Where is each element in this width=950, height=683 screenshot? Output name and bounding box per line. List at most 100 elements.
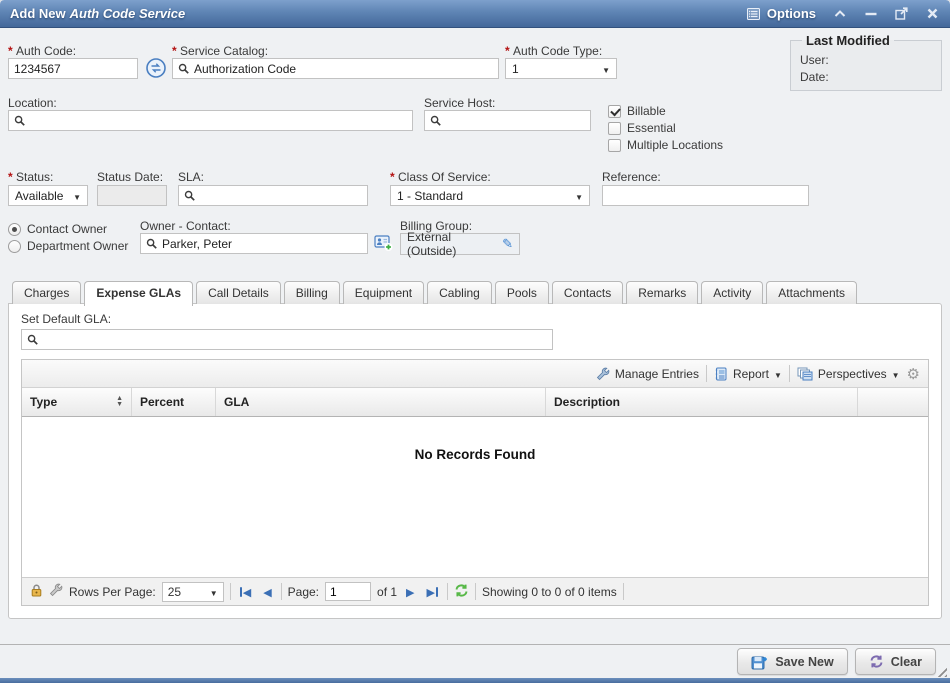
chevron-down-icon (73, 189, 81, 203)
billing-group-field[interactable]: External (Outside) (400, 233, 520, 255)
page-total-label: of 1 (377, 585, 397, 599)
lock-icon[interactable] (30, 583, 43, 600)
service-catalog-input[interactable] (194, 62, 493, 76)
wrench-icon (596, 367, 610, 381)
last-modified-fieldset: Last Modified User: Date: (790, 33, 942, 91)
add-contact-icon[interactable] (374, 234, 393, 255)
page-input[interactable] (325, 582, 371, 601)
status-select[interactable]: Available (8, 185, 88, 206)
window-title-emphasis: Auth Code Service (70, 6, 186, 21)
titlebar-controls: Options (746, 6, 940, 21)
class-of-service-select[interactable]: 1 - Standard (390, 185, 590, 206)
pager-separator (281, 583, 282, 600)
report-button[interactable]: Report (714, 367, 782, 381)
minimize-icon[interactable] (863, 6, 878, 21)
service-host-field[interactable] (424, 110, 591, 131)
location-field[interactable] (8, 110, 413, 131)
contact-owner-label: Contact Owner (27, 222, 107, 236)
chevron-down-icon (602, 62, 610, 76)
popout-icon[interactable] (894, 6, 909, 21)
next-page-button[interactable] (403, 585, 417, 599)
service-host-input[interactable] (446, 114, 585, 128)
refresh-icon[interactable] (454, 584, 469, 600)
set-default-gla-field[interactable] (21, 329, 553, 350)
column-header-percent[interactable]: Percent (132, 388, 216, 416)
toolbar-separator (789, 365, 790, 382)
owner-contact-label: Owner - Contact: (140, 219, 231, 233)
edit-pencil-icon[interactable] (502, 236, 513, 252)
perspectives-label: Perspectives (818, 367, 887, 381)
last-page-button[interactable] (424, 585, 441, 599)
service-catalog-field[interactable] (172, 58, 499, 79)
pager-wrench-icon[interactable] (49, 583, 63, 600)
perspectives-button[interactable]: Perspectives (797, 367, 900, 381)
status-label: Status: (8, 170, 53, 184)
pager-separator (447, 583, 448, 600)
save-new-button[interactable]: Save New (737, 648, 847, 675)
auth-code-input[interactable] (14, 62, 132, 76)
tab-activity[interactable]: Activity (701, 281, 763, 304)
tab-call-details[interactable]: Call Details (196, 281, 281, 304)
footer-bar: Save New Clear (0, 644, 950, 678)
tab-remarks[interactable]: Remarks (626, 281, 698, 304)
billing-group-value: External (Outside) (407, 230, 502, 258)
options-button[interactable]: Options (746, 6, 816, 21)
department-owner-label: Department Owner (27, 239, 128, 253)
grid-pager: Rows Per Page: 25 Page: of 1 (22, 577, 928, 605)
titlebar: Add NewAuth Code Service Options (0, 0, 950, 28)
column-header-gla[interactable]: GLA (216, 388, 546, 416)
department-owner-radio-row[interactable]: Department Owner (8, 239, 128, 253)
sort-icon[interactable]: ▲▼ (116, 396, 123, 408)
multiple-locations-checkbox[interactable] (608, 139, 621, 152)
sla-input[interactable] (200, 189, 362, 203)
reference-field[interactable] (602, 185, 809, 206)
generate-code-icon[interactable] (145, 57, 167, 82)
multiple-locations-checkbox-row[interactable]: Multiple Locations (608, 138, 723, 152)
auth-code-type-select[interactable]: 1 (505, 58, 617, 79)
column-header-description[interactable]: Description (546, 388, 858, 416)
collapse-icon[interactable] (832, 6, 847, 21)
location-input[interactable] (30, 114, 407, 128)
owner-contact-input[interactable] (162, 237, 362, 251)
contact-owner-radio-row[interactable]: Contact Owner (8, 222, 107, 236)
gear-icon[interactable] (907, 365, 920, 383)
reference-input[interactable] (608, 189, 803, 203)
department-owner-radio[interactable] (8, 240, 21, 253)
previous-page-button[interactable] (260, 585, 274, 599)
essential-checkbox-row[interactable]: Essential (608, 121, 676, 135)
clear-button[interactable]: Clear (855, 648, 936, 675)
tab-charges[interactable]: Charges (12, 281, 81, 304)
set-default-gla-label: Set Default GLA: (21, 312, 111, 326)
save-disk-icon (751, 654, 768, 670)
billable-checkbox[interactable] (608, 105, 621, 118)
close-icon[interactable] (925, 6, 940, 21)
column-header-type[interactable]: Type ▲▼ (22, 388, 132, 416)
manage-entries-button[interactable]: Manage Entries (596, 367, 699, 381)
owner-contact-field[interactable] (140, 233, 368, 254)
service-host-label: Service Host: (424, 96, 495, 110)
rows-per-page-label: Rows Per Page: (69, 585, 156, 599)
billable-checkbox-row[interactable]: Billable (608, 104, 666, 118)
essential-checkbox[interactable] (608, 122, 621, 135)
first-page-button[interactable] (237, 585, 254, 599)
contact-owner-radio[interactable] (8, 223, 21, 236)
tab-contacts[interactable]: Contacts (552, 281, 623, 304)
expense-glas-grid: Manage Entries Report Perspectives (21, 359, 929, 606)
grid-toolbar: Manage Entries Report Perspectives (22, 360, 928, 388)
sla-field[interactable] (178, 185, 368, 206)
sla-label: SLA: (178, 170, 204, 184)
rows-per-page-select[interactable]: 25 (162, 582, 224, 602)
set-default-gla-input[interactable] (43, 333, 547, 347)
tab-equipment[interactable]: Equipment (343, 281, 424, 304)
tab-expense-glas[interactable]: Expense GLAs (84, 281, 193, 306)
search-icon (14, 115, 25, 126)
tab-attachments[interactable]: Attachments (766, 281, 857, 304)
manage-entries-label: Manage Entries (615, 367, 699, 381)
tab-billing[interactable]: Billing (284, 281, 340, 304)
grid-header: Type ▲▼ Percent GLA Description (22, 388, 928, 417)
auth-code-field[interactable] (8, 58, 138, 79)
tab-cabling[interactable]: Cabling (427, 281, 492, 304)
pager-separator (475, 583, 476, 600)
tab-pools[interactable]: Pools (495, 281, 549, 304)
clear-label: Clear (891, 655, 922, 669)
